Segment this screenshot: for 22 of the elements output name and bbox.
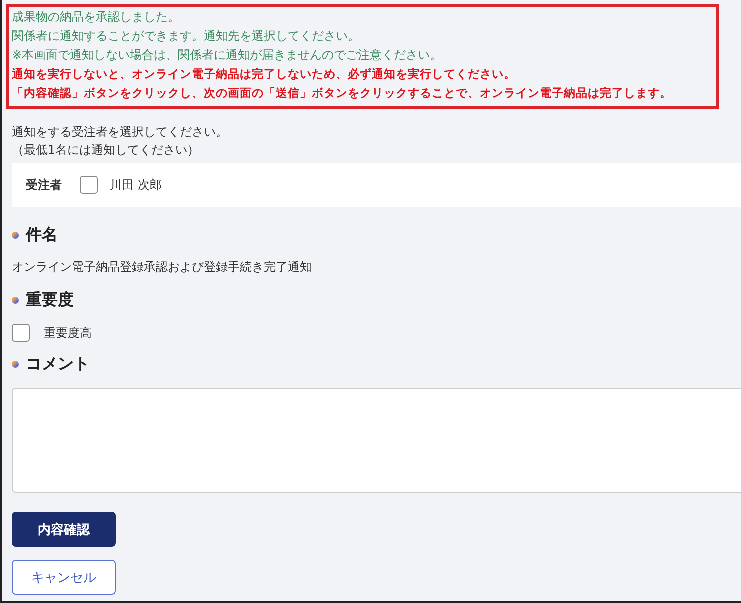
instruction-text: 通知をする受注者を選択してください。 [12,124,229,141]
bullet-icon [12,296,19,304]
info-message: ※本画面で通知しない場合は、関係者に通知が届きませんのでご注意ください。 [12,47,444,64]
note-text: （最低1名には通知してください） [12,142,201,159]
bullet-icon [12,232,19,238]
checkbox[interactable] [12,324,30,342]
comment-field[interactable] [12,388,741,493]
checkbox-label: 重要度高 [44,324,92,342]
section-heading: コメント [26,354,90,374]
cancel-button[interactable]: キャンセル [12,560,116,595]
info-message: 成果物の納品を承認しました。 [12,9,181,26]
recipient-name: 川田 次郎 [110,176,162,194]
confirm-button[interactable]: 内容確認 [12,512,116,547]
warning-message: 「内容確認」ボタンをクリックし、次の画面の「送信」ボタンをクリックすることで、オンライン電子納品は完了します。 [12,85,673,102]
info-message: 関係者に通知することができます。通知先を選択してください。 [12,28,361,45]
warning-message: 通知を実行しないと、オンライン電子納品は完了しないため、必ず通知を実行してください。 [12,66,517,83]
field-label: 受注者 [26,176,63,194]
bullet-icon [12,360,19,368]
section-heading: 重要度 [26,290,74,310]
checkbox[interactable] [80,176,98,194]
section-heading: 件名 [26,224,58,246]
subject-text: オンライン電子納品登録承認および登録手続き完了通知 [12,259,313,276]
